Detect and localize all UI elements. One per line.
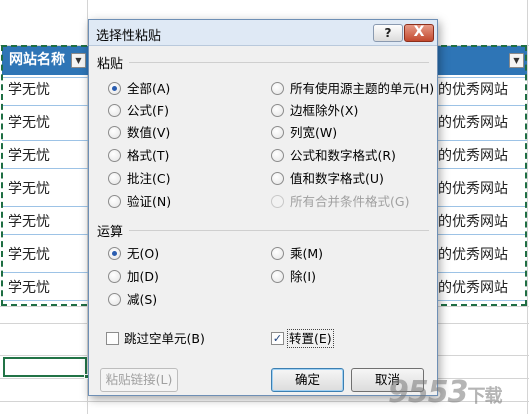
- radio-icon: [271, 195, 284, 208]
- option-label: 乘(M): [290, 246, 324, 261]
- radio-paste-formulas[interactable]: 公式(F): [108, 102, 169, 119]
- section-divider: [129, 230, 429, 231]
- option-label: 转置(E): [287, 329, 334, 348]
- ok-button[interactable]: 确定: [271, 368, 344, 392]
- radio-paste-column-widths[interactable]: 列宽(W): [271, 124, 337, 141]
- radio-icon: [108, 293, 121, 306]
- watermark-logo: 9553下载: [388, 374, 526, 412]
- radio-icon: [271, 172, 284, 185]
- radio-icon: [108, 270, 121, 283]
- radio-icon: [108, 126, 121, 139]
- radio-paste-formats[interactable]: 格式(T): [108, 147, 169, 164]
- radio-paste-values[interactable]: 数值(V): [108, 124, 170, 141]
- radio-op-add[interactable]: 加(D): [108, 268, 159, 285]
- help-button[interactable]: ?: [373, 24, 403, 42]
- checkbox-icon: [106, 332, 119, 345]
- option-label: 数值(V): [127, 125, 171, 140]
- option-label: 公式和数字格式(R): [290, 148, 396, 163]
- option-label: 边框除外(X): [290, 103, 359, 118]
- dialog-titlebar[interactable]: 选择性粘贴 ? X: [89, 20, 437, 46]
- radio-icon: [271, 104, 284, 117]
- radio-paste-validation[interactable]: 验证(N): [108, 193, 171, 210]
- radio-icon: [108, 195, 121, 208]
- radio-paste-formulas-number-formats[interactable]: 公式和数字格式(R): [271, 147, 396, 164]
- option-label: 无(O): [127, 246, 160, 261]
- option-label: 除(I): [290, 269, 316, 284]
- checkbox-skip-blanks[interactable]: 跳过空单元(B): [106, 330, 205, 347]
- column-gridline: [527, 0, 528, 414]
- radio-icon: [108, 149, 121, 162]
- paste-section-label: 粘贴: [97, 57, 124, 72]
- option-label: 减(S): [127, 292, 158, 307]
- radio-icon: [271, 149, 284, 162]
- option-label: 加(D): [127, 269, 159, 284]
- radio-op-multiply[interactable]: 乘(M): [271, 245, 323, 262]
- radio-paste-values-number-formats[interactable]: 值和数字格式(U): [271, 170, 384, 187]
- watermark-text: 9553: [388, 375, 468, 410]
- option-label: 所有合并条件格式(G): [290, 194, 410, 209]
- paste-special-dialog: 选择性粘贴 ? X 粘贴 全部(A) 公式(F) 数值(V) 格式(T) 批注(…: [88, 19, 438, 396]
- radio-icon: [271, 126, 284, 139]
- option-label: 列宽(W): [290, 125, 338, 140]
- radio-icon: [108, 82, 121, 95]
- option-label: 所有使用源主题的单元(H): [290, 81, 435, 96]
- option-label: 值和数字格式(U): [290, 171, 384, 186]
- radio-paste-source-theme[interactable]: 所有使用源主题的单元(H): [271, 80, 434, 97]
- radio-icon: [271, 82, 284, 95]
- checkmark-icon: ✓: [271, 332, 284, 345]
- radio-icon: [108, 104, 121, 117]
- radio-op-divide[interactable]: 除(I): [271, 268, 316, 285]
- radio-paste-all[interactable]: 全部(A): [108, 80, 170, 97]
- radio-op-none[interactable]: 无(O): [108, 245, 159, 262]
- radio-op-subtract[interactable]: 减(S): [108, 291, 157, 308]
- active-cell[interactable]: [3, 357, 87, 377]
- radio-paste-except-borders[interactable]: 边框除外(X): [271, 102, 358, 119]
- radio-paste-merge-conditional-formats: 所有合并条件格式(G): [271, 193, 409, 210]
- radio-icon: [271, 270, 284, 283]
- section-divider: [129, 62, 429, 63]
- radio-icon: [108, 172, 121, 185]
- option-label: 公式(F): [127, 103, 169, 118]
- checkbox-transpose[interactable]: ✓ 转置(E): [271, 329, 334, 348]
- option-label: 全部(A): [127, 81, 171, 96]
- radio-icon: [108, 247, 121, 260]
- option-label: 批注(C): [127, 171, 171, 186]
- operation-section-label: 运算: [97, 225, 124, 240]
- option-label: 格式(T): [127, 148, 170, 163]
- option-label: 验证(N): [127, 194, 172, 209]
- dialog-title: 选择性粘贴: [96, 29, 162, 44]
- watermark-subtext: 下载: [467, 386, 503, 407]
- close-button[interactable]: X: [404, 24, 434, 42]
- radio-icon: [271, 247, 284, 260]
- paste-link-button[interactable]: 粘贴链接(L): [100, 368, 178, 392]
- option-label: 跳过空单元(B): [124, 331, 205, 346]
- radio-paste-comments[interactable]: 批注(C): [108, 170, 170, 187]
